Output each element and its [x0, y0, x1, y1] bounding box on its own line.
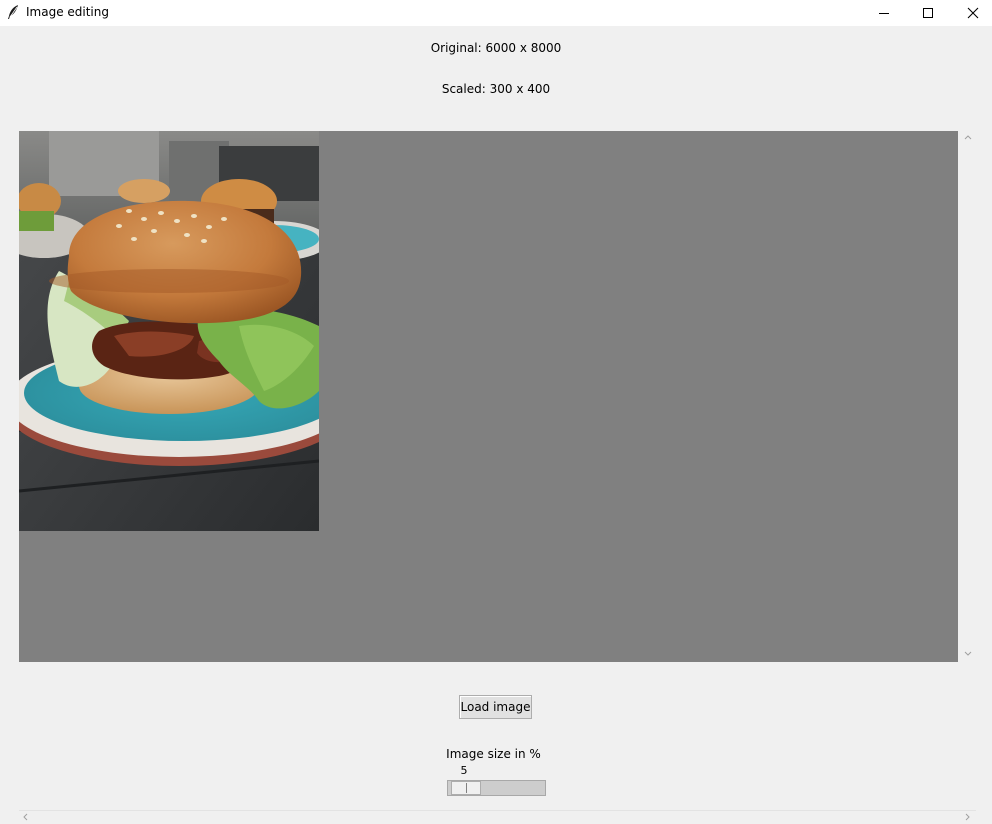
close-button[interactable] — [950, 0, 992, 26]
close-icon — [967, 7, 979, 19]
feather-icon — [8, 5, 18, 19]
scroll-up-icon[interactable] — [964, 134, 972, 140]
scaled-size-label: Scaled: 300 x 400 — [441, 82, 551, 96]
image-size-slider[interactable] — [447, 780, 546, 796]
burger-image — [19, 131, 319, 531]
title-bar[interactable]: Image editing — [0, 0, 992, 26]
maximize-button[interactable] — [905, 0, 951, 26]
horizontal-scrollbar[interactable] — [19, 810, 976, 824]
load-image-button[interactable]: Load image — [459, 695, 532, 719]
scroll-right-icon[interactable] — [965, 813, 971, 821]
original-size-label: Original: 6000 x 8000 — [430, 41, 562, 55]
maximize-icon — [923, 8, 933, 18]
minimize-icon — [879, 13, 889, 14]
scroll-down-icon[interactable] — [964, 651, 972, 657]
image-size-value: 5 — [460, 764, 468, 777]
minimize-button[interactable] — [861, 0, 907, 26]
image-canvas[interactable] — [19, 131, 958, 662]
vertical-scrollbar[interactable] — [959, 131, 976, 662]
image-size-label: Image size in % — [446, 747, 541, 761]
app-window: Image editing Original: 6000 x 8000 Scal… — [0, 0, 992, 824]
slider-grip — [466, 783, 467, 793]
slider-handle[interactable] — [451, 781, 481, 795]
scroll-left-icon[interactable] — [22, 813, 28, 821]
window-title: Image editing — [26, 5, 109, 19]
